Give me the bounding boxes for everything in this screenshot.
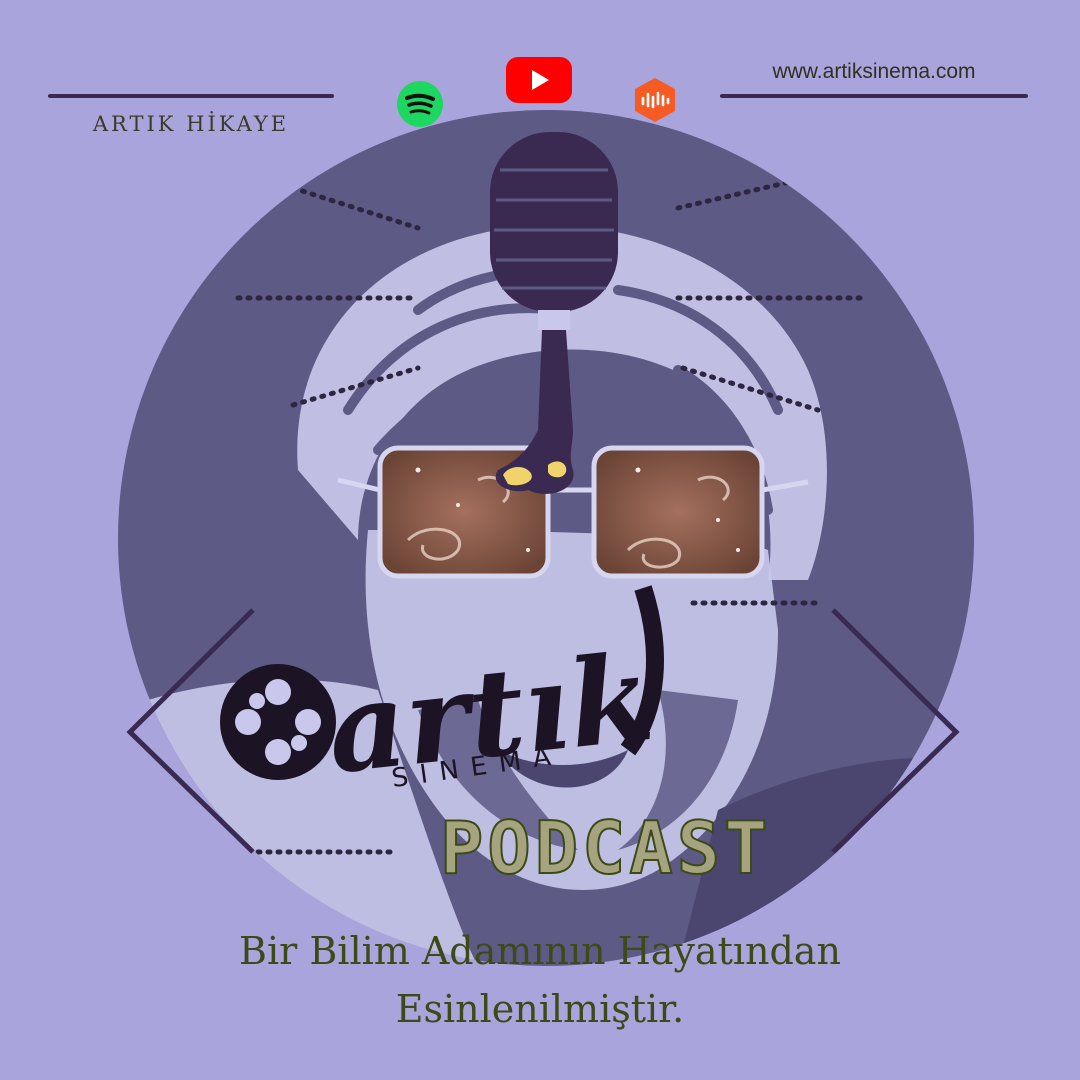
tagline: Bir Bilim Adamının Hayatından Esinlenilm… [140, 922, 940, 1038]
header-divider-left [48, 94, 334, 98]
header-divider-right [720, 94, 1028, 98]
tagline-line-1: Bir Bilim Adamının Hayatından [239, 929, 841, 973]
tagline-line-2: Esinlenilmiştir. [395, 987, 685, 1031]
podcast-label: PODCAST [439, 805, 772, 891]
website-link[interactable]: www.artiksinema.com [720, 60, 1028, 84]
youtube-icon[interactable] [506, 57, 572, 103]
